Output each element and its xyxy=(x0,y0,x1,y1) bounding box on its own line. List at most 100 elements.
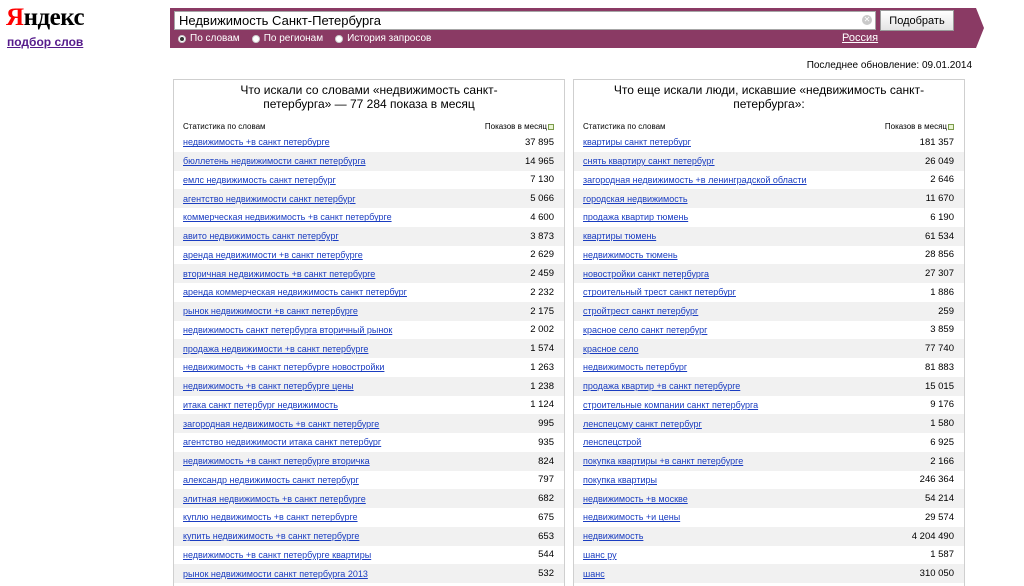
table-row: продажа квартир тюмень 6 190 xyxy=(574,208,964,227)
query-link[interactable]: ленспецсму санкт петербург xyxy=(583,419,702,429)
table-row: снять квартиру санкт петербург 26 049 xyxy=(574,151,964,171)
query-link[interactable]: рынок недвижимости санкт петербурга 2013 xyxy=(183,569,368,579)
query-link[interactable]: недвижимость +в санкт петербурге цены xyxy=(183,381,354,391)
query-link[interactable]: стройтрест санкт петербург xyxy=(583,306,698,316)
query-link[interactable]: городская недвижимость xyxy=(583,194,688,204)
table-row: агентство недвижимости итака санкт петер… xyxy=(174,433,564,452)
query-link[interactable]: покупка квартиры +в санкт петербурге xyxy=(583,456,743,466)
query-count: 682 xyxy=(538,493,554,505)
table-row: недвижимость +и цены 29 574 xyxy=(574,508,964,527)
query-link[interactable]: агентство недвижимости итака санкт петер… xyxy=(183,437,381,447)
table-row: недвижимость +в москве 54 214 xyxy=(574,489,964,508)
query-link[interactable]: элитная недвижимость +в санкт петербурге xyxy=(183,494,366,504)
panel-words-with: Что искали со словами «недвижимость санк… xyxy=(173,79,565,586)
search-input[interactable] xyxy=(174,11,876,30)
query-link[interactable]: бюллетень недвижимости санкт петербурга xyxy=(183,156,366,166)
query-link[interactable]: аренда коммерческая недвижимость санкт п… xyxy=(183,287,407,297)
query-count: 181 357 xyxy=(919,136,954,148)
table-row: ленспецсму санкт петербург 1 580 xyxy=(574,414,964,433)
logo-first-letter: Я xyxy=(6,4,24,31)
panel-title: Что искали со словами «недвижимость санк… xyxy=(240,83,498,111)
query-link[interactable]: емлс недвижимость санкт петербург xyxy=(183,175,336,185)
mode-history[interactable]: История запросов xyxy=(335,33,431,44)
radio-icon xyxy=(251,34,260,43)
last-updated: Последнее обновление: 09.01.2014 xyxy=(806,60,972,71)
query-link[interactable]: авито недвижимость санкт петербург xyxy=(183,231,339,241)
query-link[interactable]: недвижимость +в санкт петербурге вторичк… xyxy=(183,456,370,466)
query-link[interactable]: аренда недвижимости +в санкт петербурге xyxy=(183,250,363,260)
query-link[interactable]: продажа недвижимости +в санкт петербурге xyxy=(183,344,368,354)
query-link[interactable]: строительные компании санкт петербурга xyxy=(583,400,758,410)
query-link[interactable]: строительный трест санкт петербург xyxy=(583,287,736,297)
yandex-logo[interactable]: Яндекс xyxy=(6,4,85,32)
search-mode-group: По словам По регионам История запросов xyxy=(178,33,431,44)
query-count: 797 xyxy=(538,474,554,486)
panel-title: Что еще искали люди, искавшие «недвижимо… xyxy=(613,83,925,111)
query-count: 1 580 xyxy=(930,418,954,430)
query-count: 15 015 xyxy=(924,380,954,392)
query-link[interactable]: новостройки санкт петербурга xyxy=(583,269,709,279)
table-row: покупка квартиры 246 364 xyxy=(574,471,964,490)
query-link[interactable]: загородная недвижимость +в санкт петербу… xyxy=(183,419,379,429)
service-title-link[interactable]: подбор слов xyxy=(7,35,83,49)
query-link[interactable]: продажа квартир +в санкт петербурге xyxy=(583,381,740,391)
query-link[interactable]: недвижимость +в санкт петербурге xyxy=(183,137,330,147)
query-link[interactable]: снять квартиру санкт петербург xyxy=(583,156,715,166)
query-link[interactable]: красное село xyxy=(583,344,639,354)
table-row: аренда коммерческая недвижимость санкт п… xyxy=(174,283,564,302)
query-count: 824 xyxy=(538,455,554,467)
query-list: недвижимость +в санкт петербурге 37 895 бю… xyxy=(174,133,564,583)
query-link[interactable]: покупка квартиры xyxy=(583,475,657,485)
query-link[interactable]: купить недвижимость +в санкт петербурге xyxy=(183,531,359,541)
query-link[interactable]: продажа квартир тюмень xyxy=(583,212,688,222)
query-count: 27 307 xyxy=(924,268,954,280)
query-link[interactable]: недвижимость тюмень xyxy=(583,250,678,260)
clear-icon[interactable]: ✕ xyxy=(862,15,872,25)
query-link[interactable]: загородная недвижимость +в ленинградской… xyxy=(583,175,807,185)
query-link[interactable]: недвижимость петербург xyxy=(583,362,687,372)
query-link[interactable]: итака санкт петербург недвижимость xyxy=(183,400,338,410)
query-link[interactable]: коммерческая недвижимость +в санкт петер… xyxy=(183,212,392,222)
query-count: 544 xyxy=(538,549,554,561)
query-count: 995 xyxy=(538,418,554,430)
query-count: 310 050 xyxy=(919,568,954,580)
table-row: коммерческая недвижимость +в санкт петер… xyxy=(174,208,564,227)
search-bar: ✕ Подобрать По словам По регионам Истори… xyxy=(170,8,984,48)
table-row: купить недвижимость +в санкт петербурге 6… xyxy=(174,526,564,546)
query-link[interactable]: агентство недвижимости санкт петербург xyxy=(183,194,356,204)
query-count: 2 459 xyxy=(530,268,554,280)
query-link[interactable]: недвижимость xyxy=(583,531,643,541)
query-count: 7 130 xyxy=(530,174,554,186)
query-link[interactable]: шанс xyxy=(583,569,605,579)
sort-icon[interactable] xyxy=(548,123,554,130)
query-link[interactable]: вторичная недвижимость +в санкт петербур… xyxy=(183,269,375,279)
query-link[interactable]: недвижимость +в санкт петербурге квартир… xyxy=(183,550,371,560)
radio-selected-icon xyxy=(178,34,186,43)
query-link[interactable]: квартиры тюмень xyxy=(583,231,656,241)
search-button[interactable]: Подобрать xyxy=(880,10,954,31)
query-link[interactable]: ленспецстрой xyxy=(583,437,641,447)
table-row: загородная недвижимость +в ленинградской… xyxy=(574,171,964,190)
query-link[interactable]: куплю недвижимость +в санкт петербурге xyxy=(183,512,358,522)
logo-rest: ндекс xyxy=(23,4,85,31)
query-link[interactable]: александр недвижимость санкт петербург xyxy=(183,475,359,485)
region-link[interactable]: Россия xyxy=(842,32,878,44)
query-link[interactable]: недвижимость +в санкт петербурге новостр… xyxy=(183,362,384,372)
table-row: покупка квартиры +в санкт петербурге 2 16… xyxy=(574,451,964,471)
query-count: 4 204 490 xyxy=(911,530,954,542)
query-link[interactable]: шанс ру xyxy=(583,550,617,560)
mode-by-words[interactable]: По словам xyxy=(178,33,240,44)
table-row: рынок недвижимости санкт петербурга 2013… xyxy=(174,564,564,583)
mode-by-regions[interactable]: По регионам xyxy=(251,33,323,44)
query-link[interactable]: рынок недвижимости +в санкт петербурге xyxy=(183,306,358,316)
query-link[interactable]: красное село санкт петербург xyxy=(583,325,707,335)
sort-icon[interactable] xyxy=(948,123,954,130)
query-link[interactable]: недвижимость +в москве xyxy=(583,494,688,504)
table-row: строительный трест санкт петербург 1 886 xyxy=(574,283,964,302)
query-link[interactable]: недвижимость санкт петербурга вторичный … xyxy=(183,325,392,335)
table-row: недвижимость +в санкт петербурге вторичк… xyxy=(174,451,564,471)
table-row: недвижимость +в санкт петербурге цены 1 2… xyxy=(174,376,564,396)
query-link[interactable]: квартиры санкт петербург xyxy=(583,137,691,147)
query-link[interactable]: недвижимость +и цены xyxy=(583,512,680,522)
table-row: недвижимость +в санкт петербурге квартир… xyxy=(174,546,564,565)
